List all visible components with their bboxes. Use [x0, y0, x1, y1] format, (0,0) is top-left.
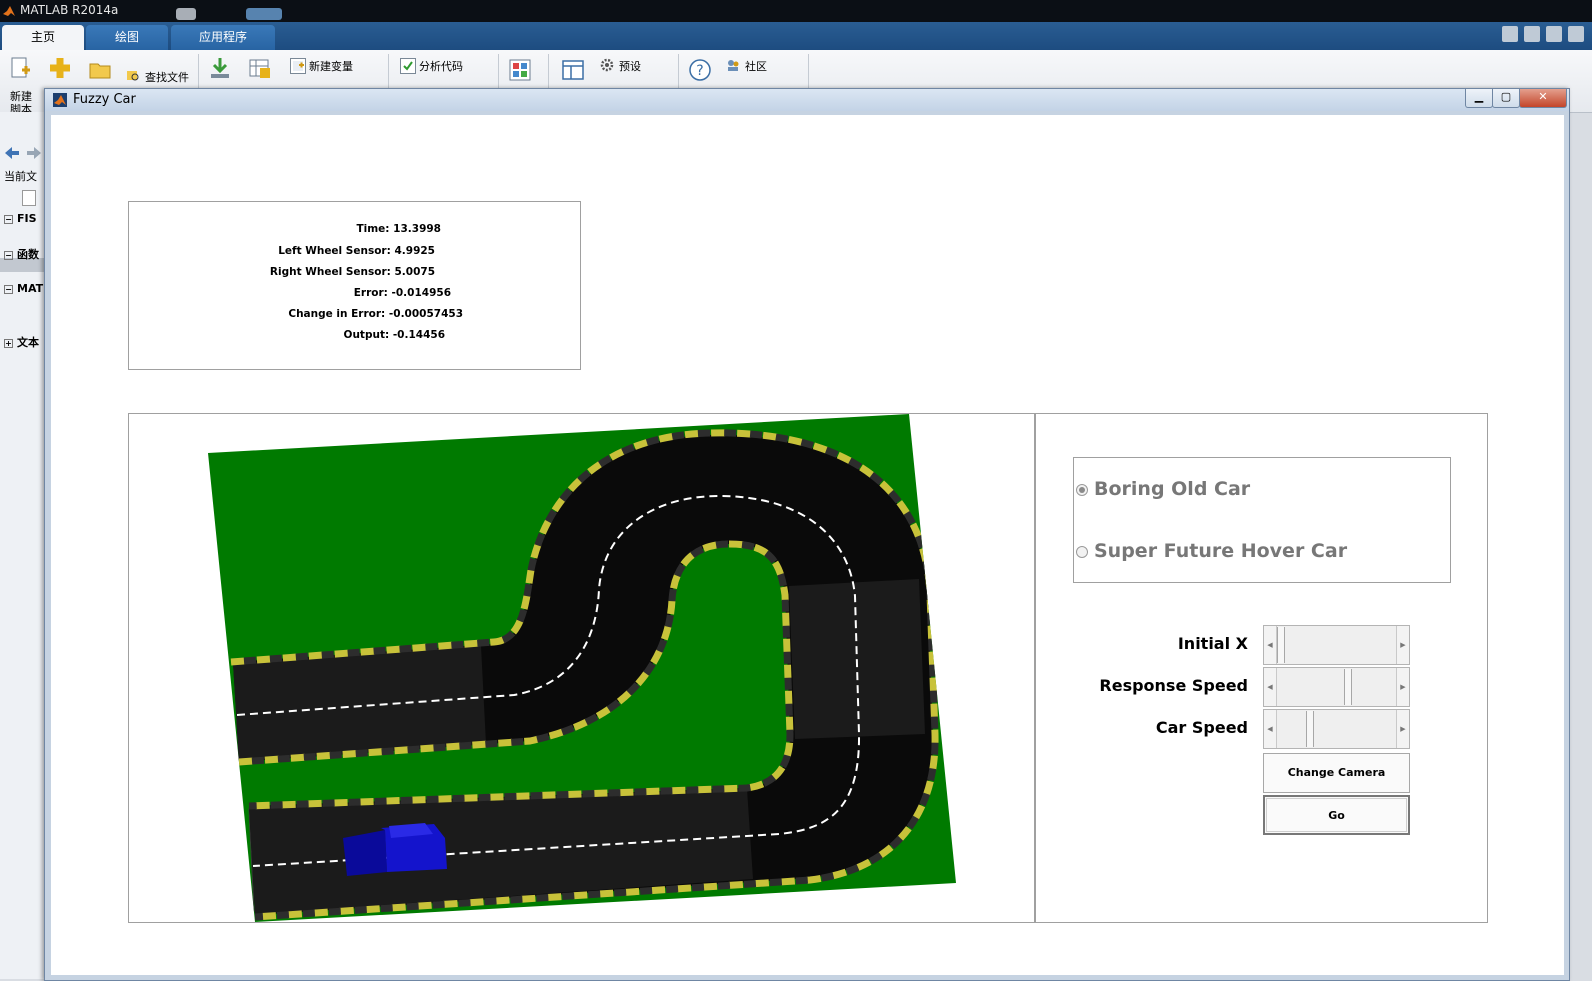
initial-x-slider[interactable]: ◀ ▶ — [1263, 625, 1410, 665]
new-script-icon[interactable] — [8, 56, 32, 80]
radio-super-future-hover-car[interactable]: Super Future Hover Car — [1076, 540, 1347, 562]
new-icon[interactable] — [48, 56, 72, 80]
find-files-label[interactable]: 查找文件 — [145, 69, 189, 85]
matlab-logo-icon — [3, 6, 15, 16]
tree-node[interactable]: − FIS — [4, 212, 37, 225]
community-icon[interactable] — [726, 58, 740, 72]
slider-track[interactable] — [1277, 710, 1396, 748]
new-variable-label[interactable]: 新建变量 — [309, 58, 353, 74]
slider-thumb[interactable] — [1306, 711, 1315, 747]
car-type-radio-group: Boring Old Car Super Future Hover Car — [1073, 457, 1451, 583]
slider-track[interactable] — [1277, 668, 1396, 706]
simulink-icon[interactable] — [508, 58, 532, 82]
figure-title-bar[interactable]: Fuzzy Car ▁ ▢ ✕ — [45, 89, 1569, 111]
matlab-title-bar: MATLAB R2014a — [0, 0, 1592, 22]
ribbon-tab-strip: 主页 绘图 应用程序 — [0, 22, 1592, 50]
current-folder-label: 当前文 — [4, 170, 37, 183]
radio-boring-old-car[interactable]: Boring Old Car — [1076, 478, 1250, 500]
track-3d-view[interactable] — [129, 414, 1034, 922]
minimize-icon: ▁ — [1474, 90, 1484, 103]
maximize-button[interactable]: ▢ — [1492, 89, 1520, 108]
status-info-panel: Time: 13.3998 Left Wheel Sensor: 4.9925 … — [128, 201, 581, 370]
output-readout: Output: -0.14456 — [343, 329, 445, 341]
change-camera-button[interactable]: Change Camera — [1263, 753, 1410, 793]
slider-thumb[interactable] — [1344, 669, 1353, 705]
open-folder-icon[interactable] — [88, 58, 112, 82]
back-forward-icon[interactable] — [3, 146, 43, 160]
copy-icon[interactable] — [1568, 26, 1584, 42]
controls-panel: Boring Old Car Super Future Hover Car In… — [1035, 413, 1488, 923]
figure-title: Fuzzy Car — [73, 92, 136, 107]
current-folder-panel: 当前文 − FIS − 函数 − MAT + 文本 — [0, 112, 48, 979]
collapse-icon[interactable]: − — [4, 214, 13, 224]
file-icon — [22, 190, 36, 206]
maximize-icon: ▢ — [1500, 90, 1512, 103]
right-sensor-readout: Right Wheel Sensor: 5.0075 — [269, 266, 435, 278]
title-bar-widget — [246, 8, 282, 20]
track-view-panel — [128, 413, 1035, 923]
community-label[interactable]: 社区 — [745, 58, 767, 74]
close-icon: ✕ — [1538, 90, 1548, 103]
close-button[interactable]: ✕ — [1519, 89, 1567, 108]
go-button[interactable]: Go — [1263, 795, 1410, 835]
new-variable-icon[interactable] — [290, 58, 306, 74]
tab-apps[interactable]: 应用程序 — [171, 25, 275, 50]
car-side — [343, 830, 387, 876]
layout-icon[interactable] — [561, 58, 585, 82]
cut-icon[interactable] — [1546, 26, 1562, 42]
tab-plots[interactable]: 绘图 — [86, 25, 168, 50]
slider-left-arrow-icon[interactable]: ◀ — [1264, 626, 1277, 664]
preferences-label[interactable]: 预设 — [619, 58, 641, 74]
quick-access-icon[interactable] — [1502, 26, 1518, 42]
svg-text:?: ? — [696, 63, 703, 79]
fuzzy-car-window: Fuzzy Car ▁ ▢ ✕ Time: 13.3998 Left Wheel… — [44, 88, 1570, 981]
radio-unselected-icon[interactable] — [1076, 545, 1088, 558]
gear-icon[interactable] — [600, 58, 614, 72]
change-in-error-readout: Change in Error: -0.00057453 — [288, 308, 463, 320]
response-speed-slider[interactable]: ◀ ▶ — [1263, 667, 1410, 707]
title-bar-widget — [176, 8, 196, 20]
tree-node[interactable]: − 函数 — [4, 246, 39, 262]
slider-thumb[interactable] — [1277, 627, 1285, 663]
tree-node[interactable]: − MAT — [4, 282, 43, 295]
slider-right-arrow-icon[interactable]: ▶ — [1396, 626, 1409, 664]
save-workspace-icon[interactable] — [248, 56, 272, 80]
import-data-icon[interactable] — [208, 56, 232, 80]
tree-node[interactable]: + 文本 — [4, 334, 39, 350]
help-icon[interactable]: ? — [688, 58, 712, 82]
error-readout: Error: -0.014956 — [353, 287, 451, 299]
left-sensor-readout: Left Wheel Sensor: 4.9925 — [278, 245, 435, 257]
expand-icon[interactable]: + — [4, 338, 13, 348]
matlab-logo-icon — [53, 93, 67, 107]
straight-section — [789, 579, 925, 739]
figure-canvas: Time: 13.3998 Left Wheel Sensor: 4.9925 … — [51, 115, 1564, 975]
response-speed-label: Response Speed — [1099, 676, 1248, 695]
car-speed-label: Car Speed — [1155, 718, 1248, 737]
slider-right-arrow-icon[interactable]: ▶ — [1396, 668, 1409, 706]
radio-selected-icon[interactable] — [1076, 483, 1088, 496]
slider-right-arrow-icon[interactable]: ▶ — [1396, 710, 1409, 748]
analyze-code-icon[interactable] — [400, 58, 416, 74]
find-files-icon[interactable] — [126, 68, 140, 82]
save-icon[interactable] — [1524, 26, 1540, 42]
minimize-button[interactable]: ▁ — [1465, 89, 1493, 108]
collapse-icon[interactable]: − — [4, 250, 13, 260]
window-title: MATLAB R2014a — [20, 3, 119, 17]
car-speed-slider[interactable]: ◀ ▶ — [1263, 709, 1410, 749]
time-readout: Time: 13.3998 — [356, 223, 441, 235]
analyze-code-label[interactable]: 分析代码 — [419, 58, 463, 74]
quick-access-toolbar — [1496, 26, 1584, 46]
collapse-icon[interactable]: − — [4, 284, 13, 294]
tab-home[interactable]: 主页 — [2, 25, 84, 50]
initial-x-label: Initial X — [1177, 634, 1248, 653]
slider-left-arrow-icon[interactable]: ◀ — [1264, 668, 1277, 706]
slider-track[interactable] — [1277, 626, 1396, 664]
slider-left-arrow-icon[interactable]: ◀ — [1264, 710, 1277, 748]
